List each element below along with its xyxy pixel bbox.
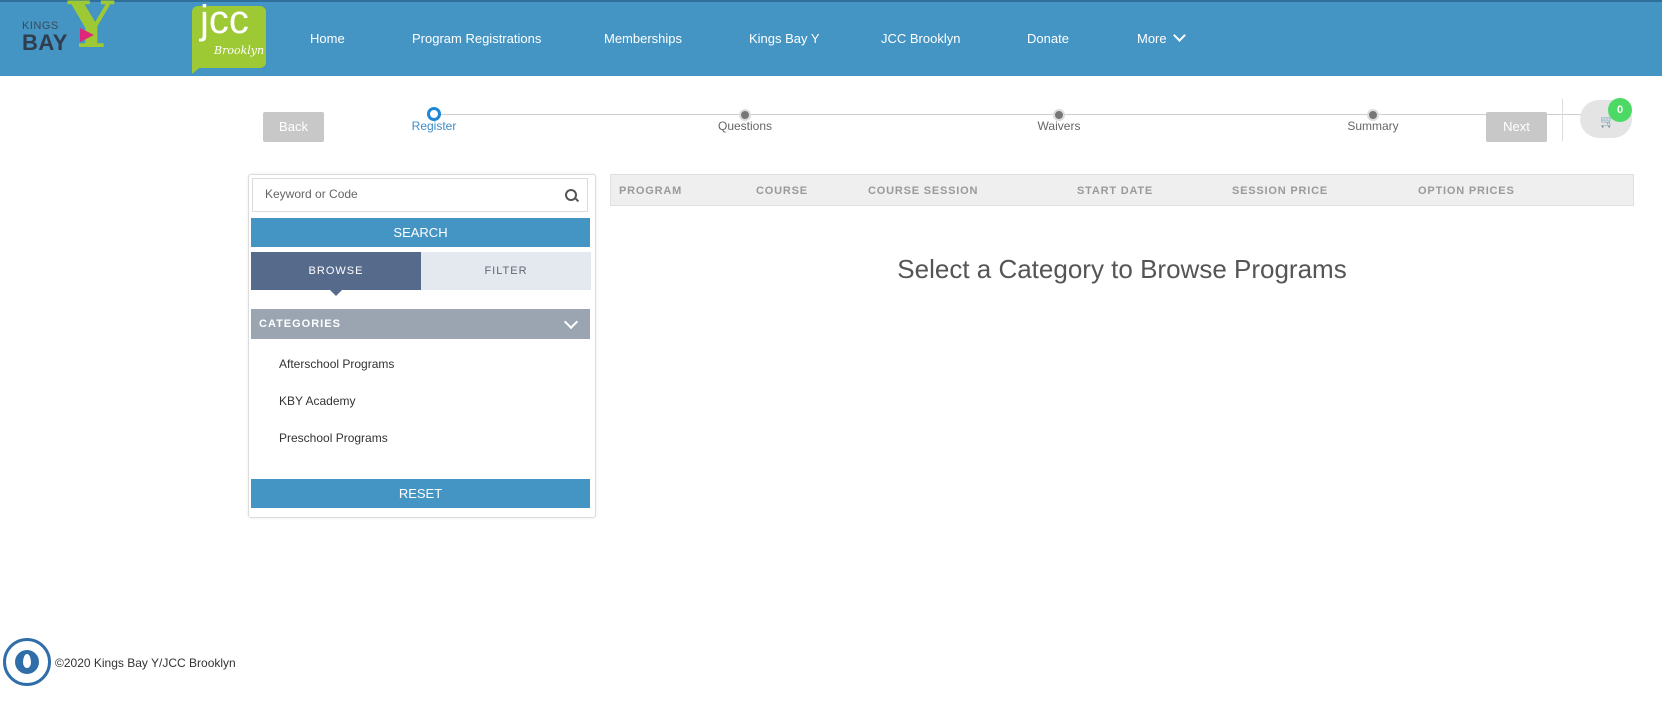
chevron-down-icon xyxy=(1172,29,1186,42)
step-questions-label[interactable]: Questions xyxy=(718,119,772,133)
next-button[interactable]: Next xyxy=(1486,112,1547,142)
column-session-price[interactable]: SESSION PRICE xyxy=(1232,185,1328,197)
uja-federation-partner-badge xyxy=(3,638,51,686)
search-button[interactable]: SEARCH xyxy=(251,218,590,247)
category-kby-academy[interactable]: KBY Academy xyxy=(279,394,356,408)
search-icon[interactable] xyxy=(565,189,577,201)
cart-count-badge: 0 xyxy=(1608,98,1632,122)
column-option-prices[interactable]: OPTION PRICES xyxy=(1418,185,1515,197)
category-afterschool-programs[interactable]: Afterschool Programs xyxy=(279,357,394,371)
nav-more[interactable]: More xyxy=(1137,29,1186,46)
chevron-down-icon xyxy=(563,314,579,330)
nav-memberships[interactable]: Memberships xyxy=(604,31,682,46)
nav-kings-bay-y[interactable]: Kings Bay Y xyxy=(749,31,820,46)
stepper-divider xyxy=(1562,99,1563,141)
logo-bay-text: BAY xyxy=(22,30,68,55)
logo-brooklyn-text: Brooklyn xyxy=(214,44,265,57)
category-preschool-programs[interactable]: Preschool Programs xyxy=(279,431,388,445)
tab-filter[interactable]: FILTER xyxy=(421,252,591,290)
categories-header[interactable]: CATEGORIES xyxy=(251,309,590,339)
nav-program-registrations[interactable]: Program Registrations xyxy=(412,31,541,46)
column-start-date[interactable]: START DATE xyxy=(1077,185,1153,197)
programs-table-header: PROGRAM COURSE COURSE SESSION START DATE… xyxy=(610,174,1634,206)
kings-bay-y-logo[interactable]: KINGS BAY Y xyxy=(20,0,116,72)
partner-badge-emblem xyxy=(15,650,39,674)
back-button[interactable]: Back xyxy=(263,112,324,142)
logo-bird-icon xyxy=(80,28,94,42)
reset-button[interactable]: RESET xyxy=(251,479,590,508)
tab-browse[interactable]: BROWSE xyxy=(251,252,421,296)
flame-icon xyxy=(23,654,31,668)
categories-title: CATEGORIES xyxy=(259,318,341,330)
column-course-session[interactable]: COURSE SESSION xyxy=(868,185,978,197)
search-input[interactable] xyxy=(253,179,555,209)
nav-home[interactable]: Home xyxy=(310,31,345,46)
nav-more-label: More xyxy=(1137,31,1167,46)
step-waivers-label[interactable]: Waivers xyxy=(1038,119,1081,133)
jcc-brooklyn-logo[interactable]: JCC Brooklyn xyxy=(192,0,266,74)
empty-state-message: Select a Category to Browse Programs xyxy=(897,254,1347,284)
top-navigation-bar: KINGS BAY Y JCC Brooklyn Home Program Re… xyxy=(0,0,1662,76)
search-box xyxy=(252,178,588,212)
step-register-label[interactable]: Register xyxy=(412,119,457,133)
nav-donate[interactable]: Donate xyxy=(1027,31,1069,46)
column-course[interactable]: COURSE xyxy=(756,185,808,197)
step-summary-label[interactable]: Summary xyxy=(1347,119,1398,133)
logo-speech-tail xyxy=(192,64,204,74)
stepper-track xyxy=(440,114,1612,115)
logo-jcc-text: JCC xyxy=(200,0,249,42)
column-program[interactable]: PROGRAM xyxy=(619,185,682,197)
nav-jcc-brooklyn[interactable]: JCC Brooklyn xyxy=(881,31,960,46)
copyright-text: ©2020 Kings Bay Y/JCC Brooklyn xyxy=(55,656,236,670)
